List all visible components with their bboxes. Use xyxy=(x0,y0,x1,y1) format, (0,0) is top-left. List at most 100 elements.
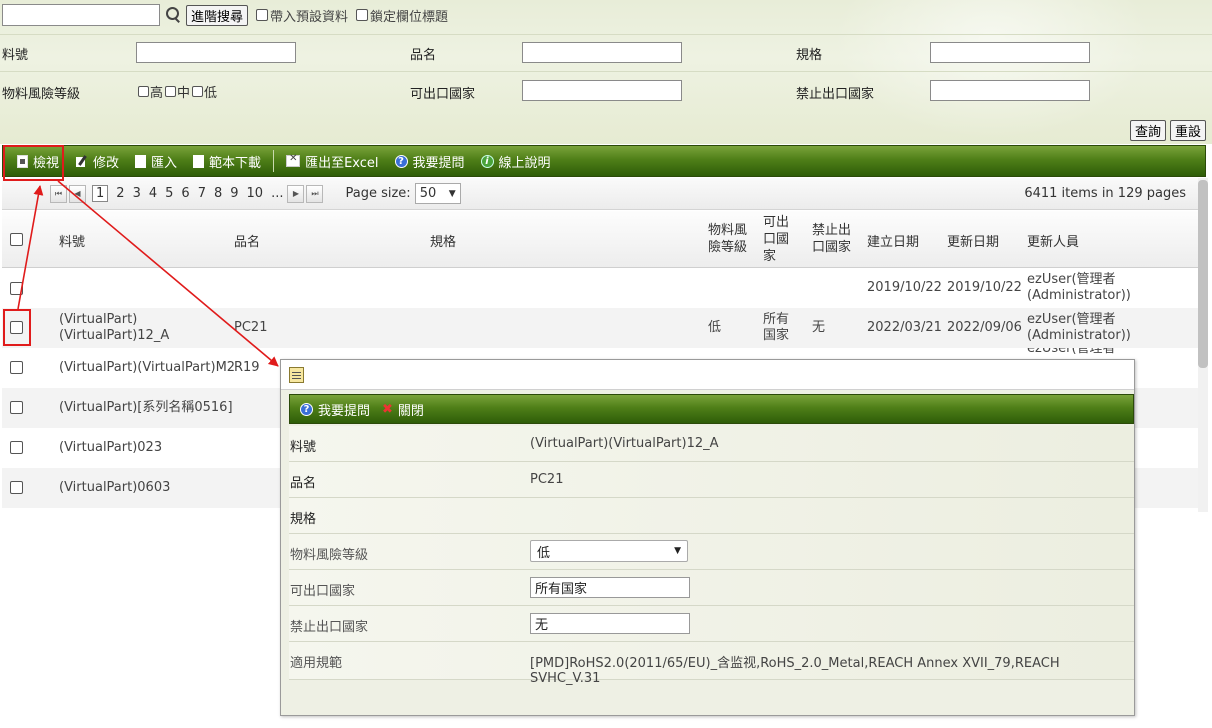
lock-header-checkbox[interactable] xyxy=(356,9,369,21)
quick-search-input[interactable] xyxy=(2,4,160,26)
dialog-ask-label: 我要提問 xyxy=(318,403,371,419)
dialog-titlebar[interactable] xyxy=(281,360,1134,390)
page-link[interactable]: ... xyxy=(271,186,283,201)
select-all-checkbox[interactable] xyxy=(10,233,23,246)
page-link[interactable]: 8 xyxy=(214,186,222,201)
template-label: 範本下載 xyxy=(209,155,262,171)
edit-button[interactable]: 修改 xyxy=(67,146,127,176)
page-size-value: 50 xyxy=(419,186,437,201)
export-ban-field[interactable] xyxy=(930,80,1090,101)
template-icon xyxy=(193,154,205,168)
table-row[interactable]: 2019/10/22 2019/10/22 ezUser(管理者 (Admini… xyxy=(2,268,1198,308)
export-ban-input[interactable]: 无 xyxy=(530,613,690,634)
dialog-row-part-no: 料號 (VirtualPart)(VirtualPart)12_A xyxy=(289,426,1134,462)
dialog-toolbar: ? 我要提問 ✖ 關閉 xyxy=(289,394,1134,424)
default-data-label: 帶入預設資料 xyxy=(270,9,349,25)
detail-dialog: ? 我要提問 ✖ 關閉 料號 (VirtualPart)(VirtualPart… xyxy=(280,359,1135,716)
page-link[interactable]: 4 xyxy=(149,186,157,201)
spec-label: 規格 xyxy=(796,48,823,63)
page-link[interactable]: 7 xyxy=(198,186,206,201)
page-link[interactable]: 9 xyxy=(230,186,238,201)
cell-created: 2019/10/22 xyxy=(867,280,942,295)
risk-level-select[interactable]: 低 ▼ xyxy=(530,540,688,562)
dialog-label: 適用規範 xyxy=(290,656,343,671)
ask-label: 我要提問 xyxy=(412,155,465,171)
search-row-1: 料號 品名 規格 xyxy=(0,34,1212,70)
default-data-option[interactable]: 帶入預設資料 xyxy=(256,6,348,25)
row-checkbox[interactable] xyxy=(10,361,23,374)
col-part-no[interactable]: 料號 xyxy=(59,231,85,250)
last-page-icon[interactable]: ⏭ xyxy=(306,184,324,203)
ask-question-button[interactable]: ? 我要提問 xyxy=(387,146,473,176)
grid-header: 料號 品名 規格 物料風險等級 可出口國家 禁止出口國家 建立日期 更新日期 更… xyxy=(2,211,1198,268)
quick-search-bar: 進階搜尋 帶入預設資料 鎖定欄位標題 xyxy=(2,4,448,26)
row-checkbox[interactable] xyxy=(10,441,23,454)
page-link[interactable]: 1 xyxy=(92,185,109,202)
row-checkbox[interactable] xyxy=(10,481,23,494)
risk-mid-checkbox[interactable] xyxy=(165,86,177,97)
cell-part-no: (VirtualPart)(VirtualPart)M2 xyxy=(59,360,236,375)
cell-risk: 低 xyxy=(708,320,722,335)
export-ok-input[interactable]: 所有国家 xyxy=(530,577,690,598)
import-button[interactable]: 匯入 xyxy=(127,146,185,176)
page-link[interactable]: 5 xyxy=(165,186,173,201)
advanced-search-button[interactable]: 進階搜尋 xyxy=(186,4,249,26)
info-icon: i xyxy=(480,154,494,168)
row-checkbox[interactable] xyxy=(10,282,23,295)
cell-part-no: (VirtualPart)023 xyxy=(59,440,163,455)
dialog-label: 禁止出口國家 xyxy=(290,620,369,635)
risk-high-checkbox[interactable] xyxy=(138,86,149,97)
col-export-ok[interactable]: 可出口國家 xyxy=(763,214,791,265)
spec-field[interactable] xyxy=(930,42,1090,63)
col-updater[interactable]: 更新人員 xyxy=(1027,231,1079,250)
search-icon[interactable] xyxy=(164,6,182,24)
page-link[interactable]: 10 xyxy=(247,186,264,201)
main-toolbar: 檢視 修改 匯入 範本下載 匯出至Excel ? 我要提問 i 線上說明 xyxy=(2,145,1206,177)
page-link[interactable]: 3 xyxy=(133,186,141,201)
grid-scroll-thumb[interactable] xyxy=(1198,180,1208,368)
lock-header-option[interactable]: 鎖定欄位標題 xyxy=(356,6,448,25)
chevron-down-icon: ▼ xyxy=(448,188,456,199)
dialog-fields: 料號 (VirtualPart)(VirtualPart)12_A 品名 PC2… xyxy=(289,426,1134,686)
next-page-icon[interactable]: ▶ xyxy=(287,184,305,203)
template-download-button[interactable]: 範本下載 xyxy=(185,146,269,176)
col-risk[interactable]: 物料風險等級 xyxy=(708,222,752,256)
excel-icon xyxy=(286,153,301,167)
reset-button[interactable]: 重設 xyxy=(1169,120,1206,141)
dialog-close-label: 關閉 xyxy=(397,403,424,419)
dialog-row-regulations: 適用規範 [PMD]RoHS2.0(2011/65/EU)_含监视,RoHS_2… xyxy=(289,642,1134,686)
col-created[interactable]: 建立日期 xyxy=(867,231,919,250)
page-link[interactable]: 6 xyxy=(181,186,189,201)
cell-name: R19 xyxy=(234,360,260,375)
export-ok-field[interactable] xyxy=(522,80,682,101)
default-data-checkbox[interactable] xyxy=(256,9,269,21)
dialog-row-export-ok: 可出口國家 所有国家 xyxy=(289,570,1134,606)
risk-mid-label: 中 xyxy=(177,86,191,101)
help-label: 線上說明 xyxy=(498,155,551,171)
online-help-button[interactable]: i 線上說明 xyxy=(473,146,559,176)
col-updated[interactable]: 更新日期 xyxy=(947,231,999,250)
page-size-select[interactable]: 50 ▼ xyxy=(414,183,461,204)
part-no-field[interactable] xyxy=(136,42,296,63)
risk-low-checkbox[interactable] xyxy=(192,86,204,97)
query-button[interactable]: 查詢 xyxy=(1129,120,1166,141)
import-label: 匯入 xyxy=(151,155,178,171)
risk-low-label: 低 xyxy=(204,86,218,101)
col-name[interactable]: 品名 xyxy=(234,231,260,250)
col-spec[interactable]: 規格 xyxy=(430,231,456,250)
page-link[interactable]: 2 xyxy=(116,186,124,201)
dialog-label: 品名 xyxy=(290,476,317,491)
first-page-icon[interactable]: ⏮ xyxy=(50,184,67,203)
row-checkbox[interactable] xyxy=(10,401,23,414)
dialog-row-name: 品名 PC21 xyxy=(289,462,1134,498)
name-field[interactable] xyxy=(522,42,682,63)
dialog-ask-button[interactable]: ? 我要提問 xyxy=(294,394,376,424)
col-export-ban[interactable]: 禁止出口國家 xyxy=(812,222,854,256)
dialog-value: (VirtualPart)(VirtualPart)12_A xyxy=(530,436,719,451)
lock-header-label: 鎖定欄位標題 xyxy=(370,9,449,25)
dialog-close-button[interactable]: ✖ 關閉 xyxy=(376,394,430,424)
export-excel-button[interactable]: 匯出至Excel xyxy=(278,146,386,176)
prev-page-icon[interactable]: ◀ xyxy=(69,184,86,203)
dialog-row-export-ban: 禁止出口國家 无 xyxy=(289,606,1134,642)
table-row[interactable]: (VirtualPart) (VirtualPart)12_A PC21 低 所… xyxy=(2,308,1198,348)
